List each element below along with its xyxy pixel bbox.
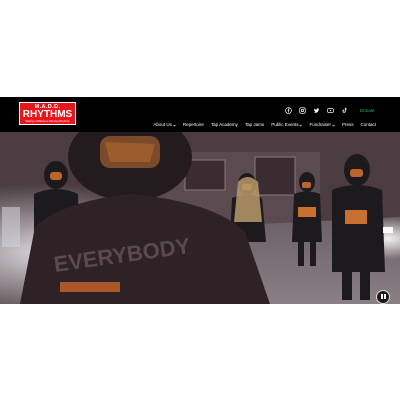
nav-contact[interactable]: Contact [360, 122, 376, 128]
nav-label: Public Events [271, 122, 299, 127]
site-logo[interactable]: M.A.D.D. RHYTHMS Making a Difference Dan… [19, 102, 76, 125]
nav-label: Contact [360, 122, 376, 127]
chevron-down-icon [299, 124, 303, 126]
main-nav: About Us Repertoire Tap Academy Tap Jams… [153, 122, 376, 128]
facebook-icon[interactable] [285, 107, 292, 114]
logo-line-2: RHYTHMS [22, 109, 73, 120]
nav-public-events[interactable]: Public Events [271, 122, 303, 128]
chevron-down-icon [173, 124, 176, 126]
hero-video: EVERYBODY [0, 132, 400, 304]
nav-label: Fundraiser [309, 122, 331, 127]
nav-label: Tap Jams [244, 122, 265, 127]
youtube-icon[interactable] [327, 107, 334, 114]
nav-fundraiser[interactable]: Fundraiser [309, 122, 335, 128]
donate-link[interactable]: Donate [360, 107, 375, 114]
nav-tap-jams[interactable]: Tap Jams [245, 122, 264, 128]
video-pause-button[interactable] [376, 290, 390, 304]
logo-tagline: Making a Difference Dancing Rhythms [25, 120, 70, 123]
pause-icon [380, 294, 383, 299]
social-links [285, 107, 348, 114]
nav-label: Repertoire [182, 122, 204, 127]
nav-repertoire[interactable]: Repertoire [183, 122, 204, 128]
tiktok-icon[interactable] [341, 107, 348, 114]
nav-press[interactable]: Press [342, 122, 354, 128]
pause-icon [384, 294, 386, 299]
twitter-icon[interactable] [313, 107, 320, 114]
chevron-down-icon [332, 124, 335, 126]
nav-label: Press [341, 122, 354, 127]
nav-about-us[interactable]: About Us [153, 122, 176, 128]
screenshot-frame: M.A.D.D. RHYTHMS Making a Difference Dan… [0, 97, 400, 304]
instagram-icon[interactable] [299, 107, 306, 114]
nav-label: About Us [153, 122, 172, 127]
nav-tap-academy[interactable]: Tap Academy [211, 122, 238, 128]
nav-label: Tap Academy [210, 122, 238, 127]
